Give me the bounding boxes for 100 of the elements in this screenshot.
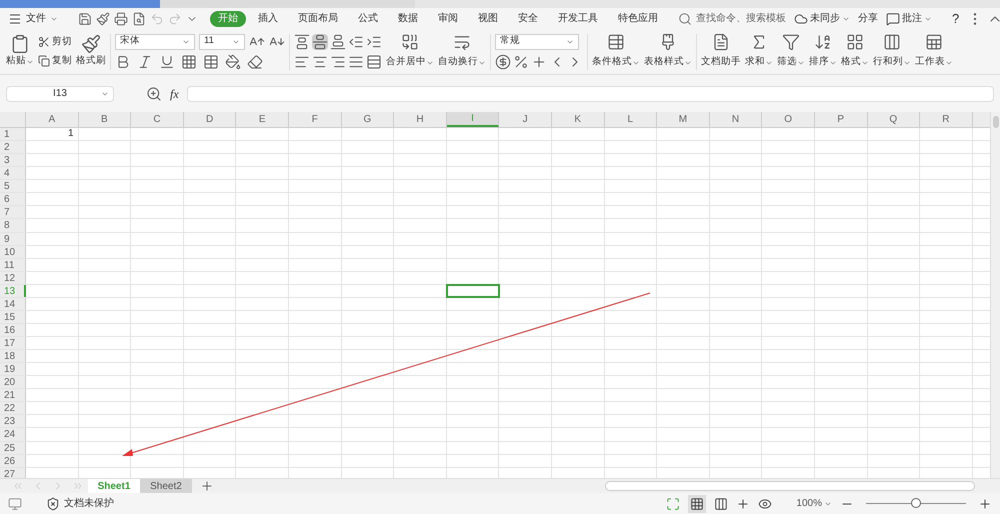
fullscreen-icon[interactable]: [666, 496, 680, 510]
page-break-icon[interactable]: [714, 496, 728, 510]
brush-icon[interactable]: [96, 12, 110, 26]
cut-button[interactable]: 剪切: [38, 35, 72, 50]
row-header[interactable]: 19: [0, 363, 26, 376]
ribbon-tab[interactable]: 视图: [470, 10, 506, 26]
row-header[interactable]: 26: [0, 454, 26, 467]
protection-status[interactable]: 文档未保护: [46, 496, 114, 511]
row-header[interactable]: 11: [0, 258, 26, 271]
fill-color-icon[interactable]: [225, 54, 241, 70]
row-header[interactable]: 25: [0, 442, 26, 454]
zoom-icon[interactable]: [146, 86, 162, 102]
copy-button[interactable]: 复制: [38, 54, 72, 68]
column-header[interactable]: Q: [868, 112, 920, 127]
save-icon[interactable]: [78, 12, 92, 26]
ribbon-tab[interactable]: 数据: [390, 10, 426, 26]
row-header[interactable]: 9: [0, 232, 26, 245]
ribbon-tab[interactable]: 开发工具: [550, 10, 606, 26]
row-header[interactable]: 16: [0, 324, 26, 336]
formula-field[interactable]: [186, 86, 994, 102]
column-header[interactable]: P: [814, 112, 868, 127]
align-top-icon[interactable]: [294, 34, 310, 50]
eye-icon[interactable]: [758, 496, 772, 510]
column-header[interactable]: F: [288, 112, 342, 127]
normal-view-icon[interactable]: [690, 496, 704, 510]
sync-button[interactable]: 未同步: [794, 11, 850, 26]
column-header[interactable]: O: [762, 112, 815, 127]
column-header[interactable]: N: [710, 112, 762, 127]
ribbon-button[interactable]: 自动换行: [438, 33, 486, 70]
comment-button[interactable]: 批注: [886, 11, 932, 26]
column-header[interactable]: J: [499, 112, 552, 127]
row-header[interactable]: 13: [0, 284, 26, 297]
vertical-scrollbar[interactable]: [992, 116, 998, 128]
column-header[interactable]: I: [446, 112, 500, 127]
row-header[interactable]: 23: [0, 415, 26, 428]
ribbon-tab[interactable]: 页面布局: [290, 10, 346, 26]
add-sheet-icon[interactable]: [200, 479, 214, 493]
ribbon-tab[interactable]: 公式: [350, 10, 386, 26]
command-search[interactable]: 查找命令、搜索模板: [678, 11, 786, 26]
column-header[interactable]: D: [184, 112, 236, 127]
ribbon-tab[interactable]: 审阅: [430, 10, 466, 26]
monitor-icon[interactable]: [8, 496, 22, 510]
ribbon-button[interactable]: 行和列: [873, 33, 911, 70]
ribbon-tab[interactable]: 特色应用: [610, 10, 666, 26]
row-header[interactable]: 12: [0, 272, 26, 284]
row-header[interactable]: 24: [0, 428, 26, 440]
print-preview-icon[interactable]: [132, 12, 146, 26]
row-header[interactable]: 6: [0, 193, 26, 206]
format-painter-button[interactable]: 格式刷: [76, 34, 106, 69]
ribbon-button[interactable]: 条件格式: [592, 33, 640, 70]
italic-icon[interactable]: [137, 54, 153, 70]
horizontal-scrollbar[interactable]: [605, 481, 975, 491]
ribbon-button[interactable]: 筛选: [777, 33, 805, 70]
row-header[interactable]: 17: [0, 337, 26, 350]
column-header[interactable]: L: [604, 112, 658, 127]
row-header[interactable]: 4: [0, 167, 26, 180]
zoom-level[interactable]: 100%: [796, 496, 832, 511]
row-header[interactable]: 2: [0, 141, 26, 154]
column-header[interactable]: E: [236, 112, 289, 127]
ribbon-tab[interactable]: 开始: [210, 10, 246, 26]
row-header[interactable]: 3: [0, 154, 26, 166]
cell-style-icon[interactable]: [203, 54, 219, 70]
row-header[interactable]: 27: [0, 468, 26, 478]
sheet-tab[interactable]: Sheet1: [88, 479, 140, 493]
row-header[interactable]: 22: [0, 402, 26, 414]
ribbon-button[interactable]: 合并居中: [386, 33, 434, 70]
zoom-in-icon[interactable]: [978, 496, 992, 510]
column-header[interactable]: B: [78, 112, 132, 127]
name-box[interactable]: I13: [6, 86, 114, 102]
column-header[interactable]: K: [552, 112, 605, 127]
row-header[interactable]: 1: [0, 128, 26, 140]
align-bottom-icon[interactable]: [330, 34, 346, 50]
distribute-icon[interactable]: [366, 54, 382, 70]
column-header[interactable]: C: [131, 112, 184, 127]
column-header[interactable]: M: [657, 112, 710, 127]
fx-label[interactable]: fx: [170, 84, 179, 102]
selected-cell[interactable]: [446, 284, 500, 297]
row-header[interactable]: 14: [0, 298, 26, 310]
font-size-field[interactable]: 11: [199, 34, 245, 50]
ribbon-button[interactable]: 表格样式: [644, 33, 692, 70]
border-icon[interactable]: [181, 54, 197, 70]
ribbon-button[interactable]: 排序: [809, 33, 837, 70]
currency-icon[interactable]: [495, 54, 511, 70]
zoom-slider-thumb[interactable]: [911, 498, 921, 508]
row-header[interactable]: 7: [0, 206, 26, 218]
row-header[interactable]: 18: [0, 350, 26, 362]
ribbon-button[interactable]: 格式: [841, 33, 869, 70]
clear-icon[interactable]: [247, 54, 263, 70]
row-header[interactable]: 8: [0, 219, 26, 232]
percent-icon[interactable]: [513, 54, 529, 70]
row-header[interactable]: 21: [0, 389, 26, 402]
ribbon-tab[interactable]: 安全: [510, 10, 546, 26]
ribbon-button[interactable]: 工作表: [915, 33, 953, 70]
row-header[interactable]: 15: [0, 310, 26, 323]
row-header[interactable]: 20: [0, 376, 26, 388]
column-header[interactable]: A: [26, 112, 79, 127]
file-menu[interactable]: 文件: [8, 11, 62, 26]
share-button[interactable]: 分享: [858, 11, 878, 26]
row-header[interactable]: 5: [0, 180, 26, 192]
underline-icon[interactable]: [159, 54, 175, 70]
